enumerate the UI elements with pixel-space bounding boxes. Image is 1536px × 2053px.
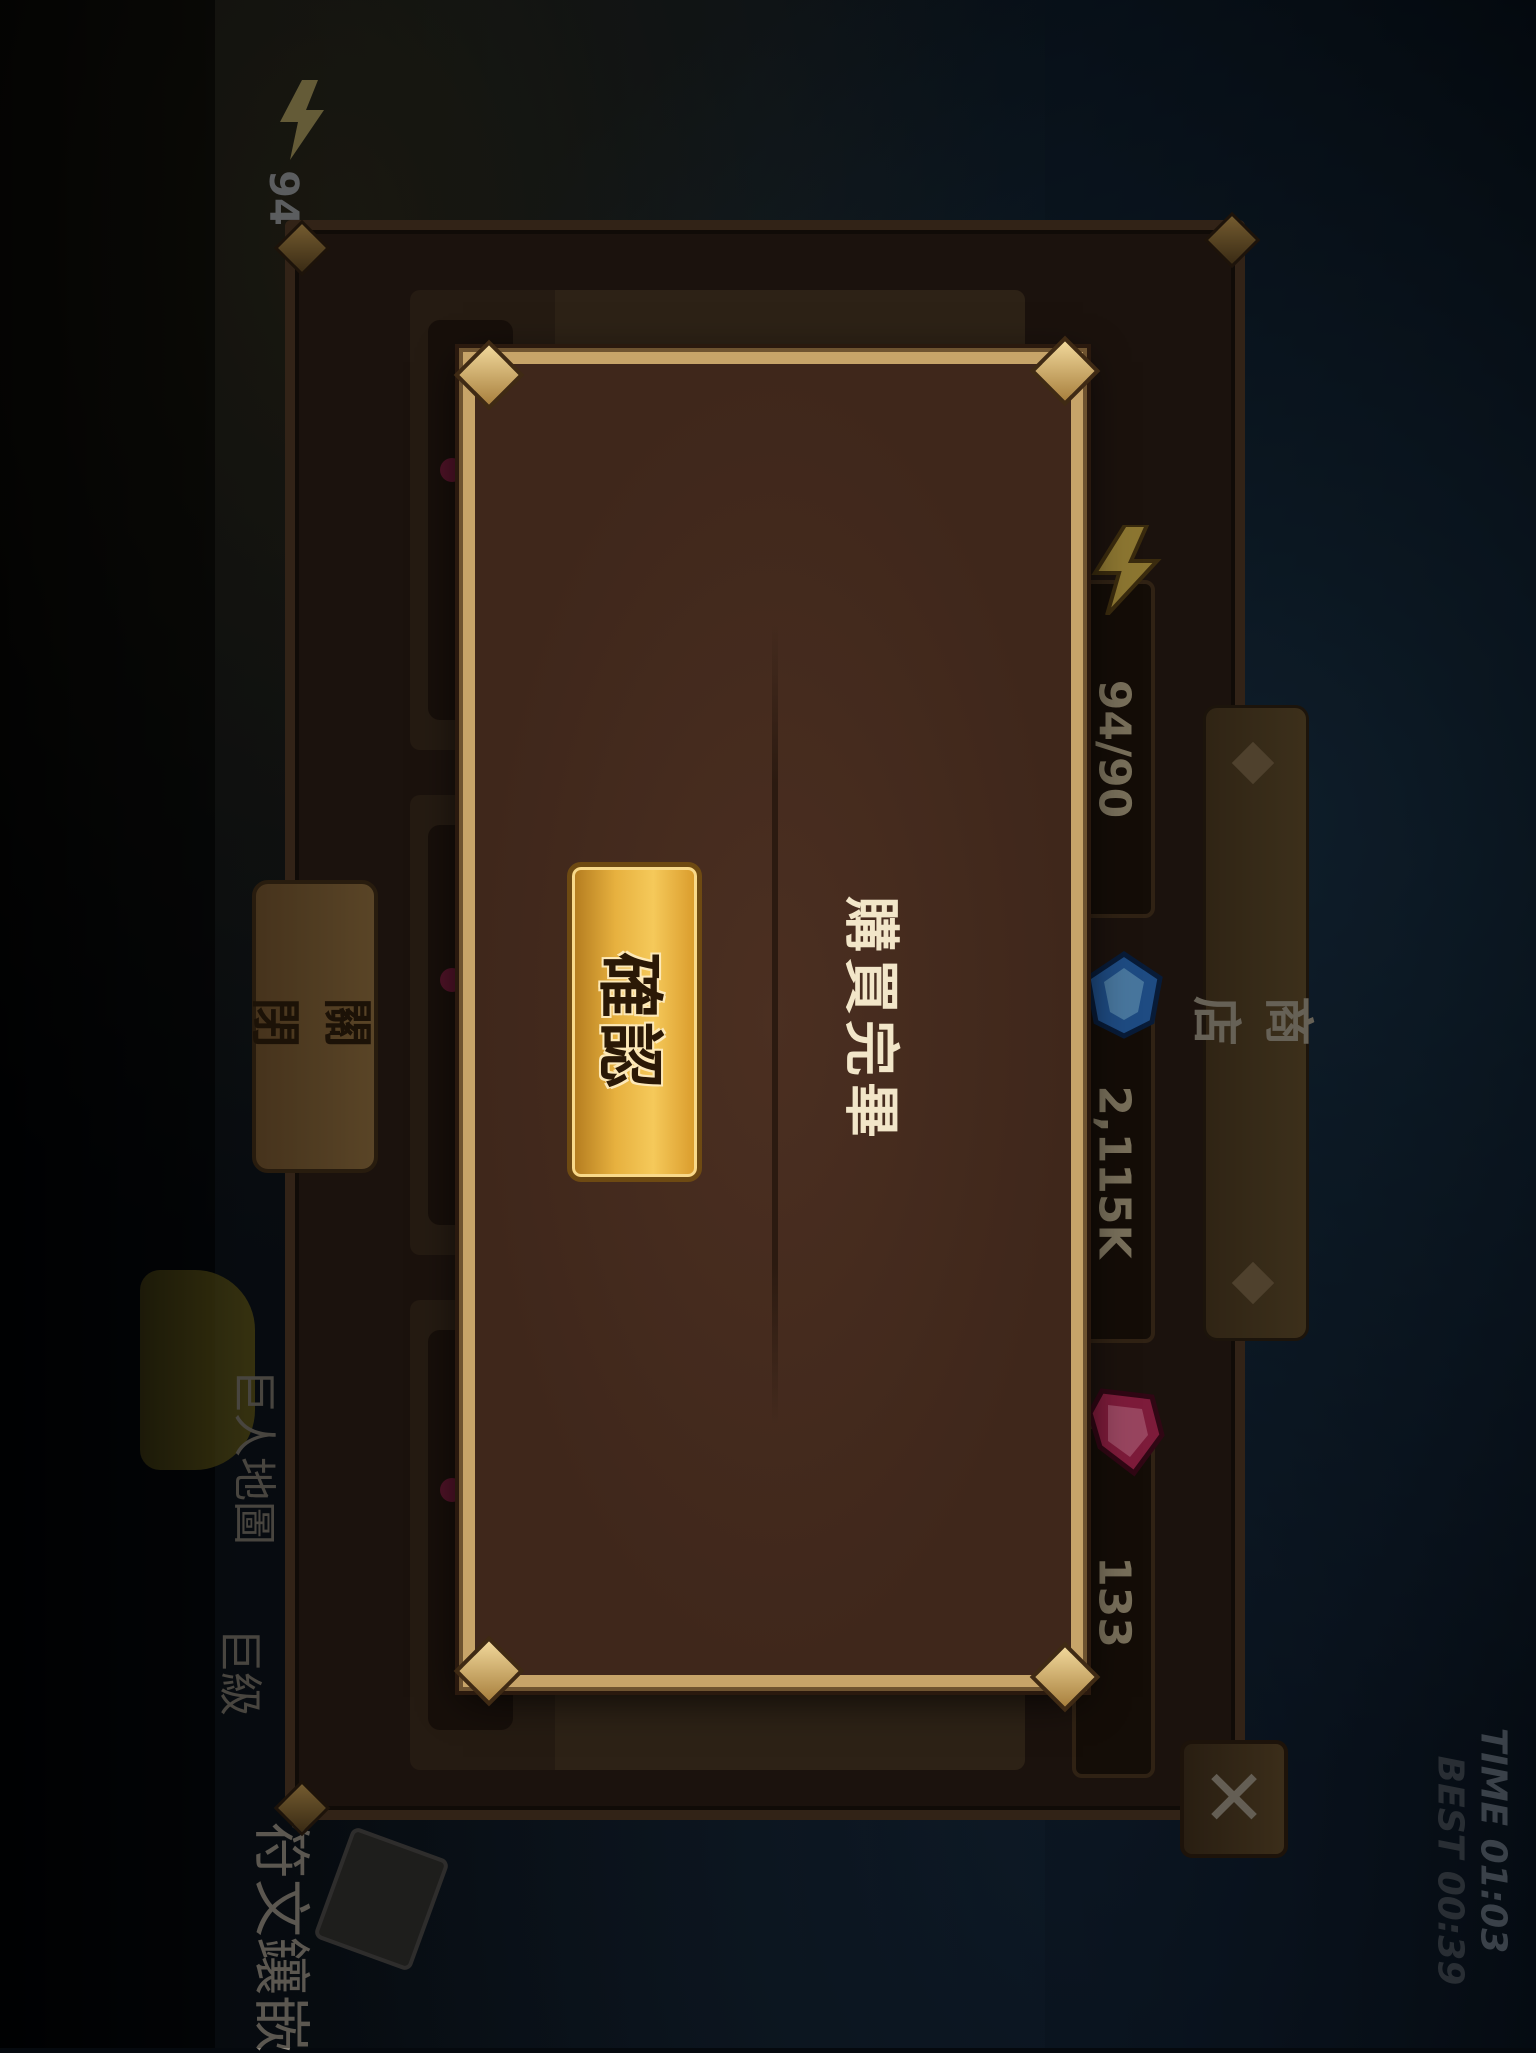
purchase-complete-dialog xyxy=(463,352,1083,1687)
confirm-button-label: 確認 xyxy=(590,952,668,1092)
dialog-divider xyxy=(772,624,778,1424)
dialog-message: 購買完畢 xyxy=(837,896,903,1144)
confirm-button[interactable]: 確認 xyxy=(567,862,702,1182)
